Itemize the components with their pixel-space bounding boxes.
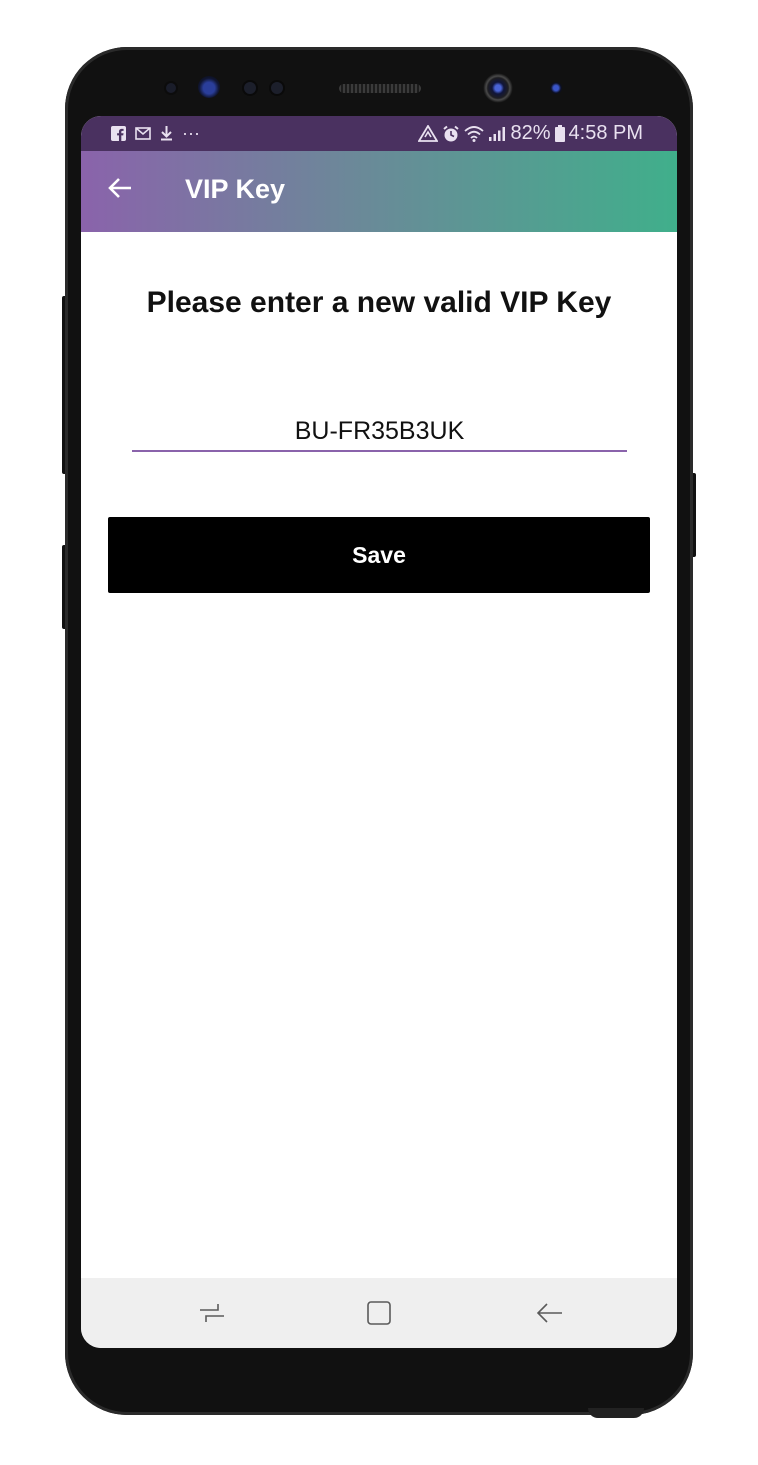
screen: ··· 82% 4:58 PM VIP Key Please enter a n… [81, 116, 677, 1348]
wifi-icon [464, 126, 485, 142]
earpiece-speaker [339, 84, 421, 93]
alarm-icon [443, 125, 460, 141]
recent-apps-icon [200, 1304, 224, 1322]
light-sensor-2 [271, 82, 283, 94]
recent-apps-button[interactable] [195, 1296, 229, 1330]
status-system: 82% 4:58 PM [418, 122, 643, 145]
save-button[interactable]: Save [108, 517, 650, 593]
light-sensor [244, 82, 256, 94]
status-bar: ··· 82% 4:58 PM [81, 116, 677, 151]
proximity-sensor [166, 83, 176, 93]
home-button[interactable] [362, 1296, 396, 1330]
clock: 4:58 PM [568, 122, 643, 144]
phone-bottom-edge [588, 1408, 644, 1418]
back-icon [536, 1303, 562, 1323]
more-dots-icon: ··· [182, 123, 200, 143]
facebook-icon [111, 125, 126, 141]
battery-percent: 82% [510, 122, 551, 144]
app-bar: VIP Key [81, 151, 677, 232]
signal-icon [489, 126, 506, 141]
iris-camera [550, 82, 562, 94]
mail-icon [135, 126, 151, 140]
arrow-left-icon[interactable] [107, 175, 133, 201]
iris-sensor [198, 76, 220, 98]
home-icon [367, 1301, 391, 1325]
front-camera [483, 73, 513, 103]
download-icon [161, 126, 172, 141]
page-title: VIP Key [185, 174, 286, 204]
back-button[interactable] [533, 1296, 567, 1330]
status-notifications: ··· [111, 122, 200, 144]
battery-icon [554, 125, 565, 142]
vip-key-input[interactable] [132, 412, 627, 452]
navigation-bar [81, 1278, 677, 1348]
data-saver-icon [418, 124, 439, 142]
form-heading: Please enter a new valid VIP Key [146, 286, 612, 319]
